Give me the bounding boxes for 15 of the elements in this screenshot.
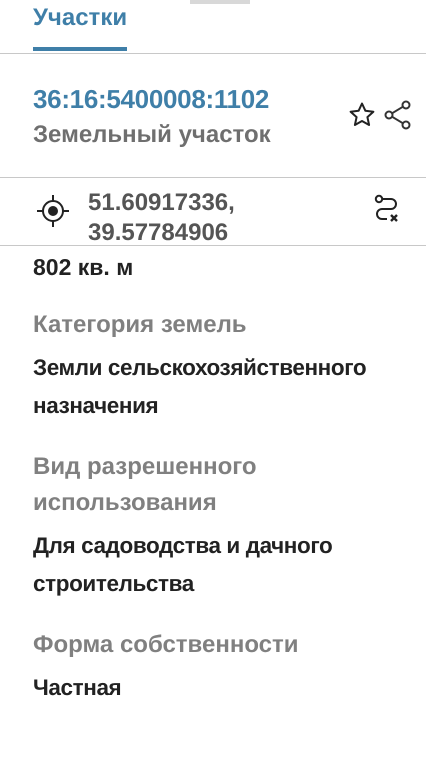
property-label: Вид разрешенного использования — [33, 452, 258, 518]
tab[interactable]: Участки — [33, 0, 128, 51]
coordinates: 51.60917336, 39.57784906 — [88, 188, 236, 245]
object-type: Земельный участок — [33, 121, 272, 149]
location-target-icon — [36, 194, 70, 228]
cadastral-number: 36:16:5400008:1102 — [33, 84, 270, 115]
property-value: Земли сельскохозяйственного назначения — [33, 354, 368, 420]
share-icon — [384, 100, 412, 130]
area-value: 802 кв. м — [33, 254, 134, 281]
property-label: Форма собственности — [33, 630, 300, 660]
property-label: Категория земель — [33, 310, 248, 340]
drag-handle[interactable] — [190, 0, 250, 4]
star-icon — [348, 101, 376, 129]
property-value: Частная — [33, 674, 122, 702]
property-value: Для садоводства и дачного строительства — [33, 532, 334, 598]
